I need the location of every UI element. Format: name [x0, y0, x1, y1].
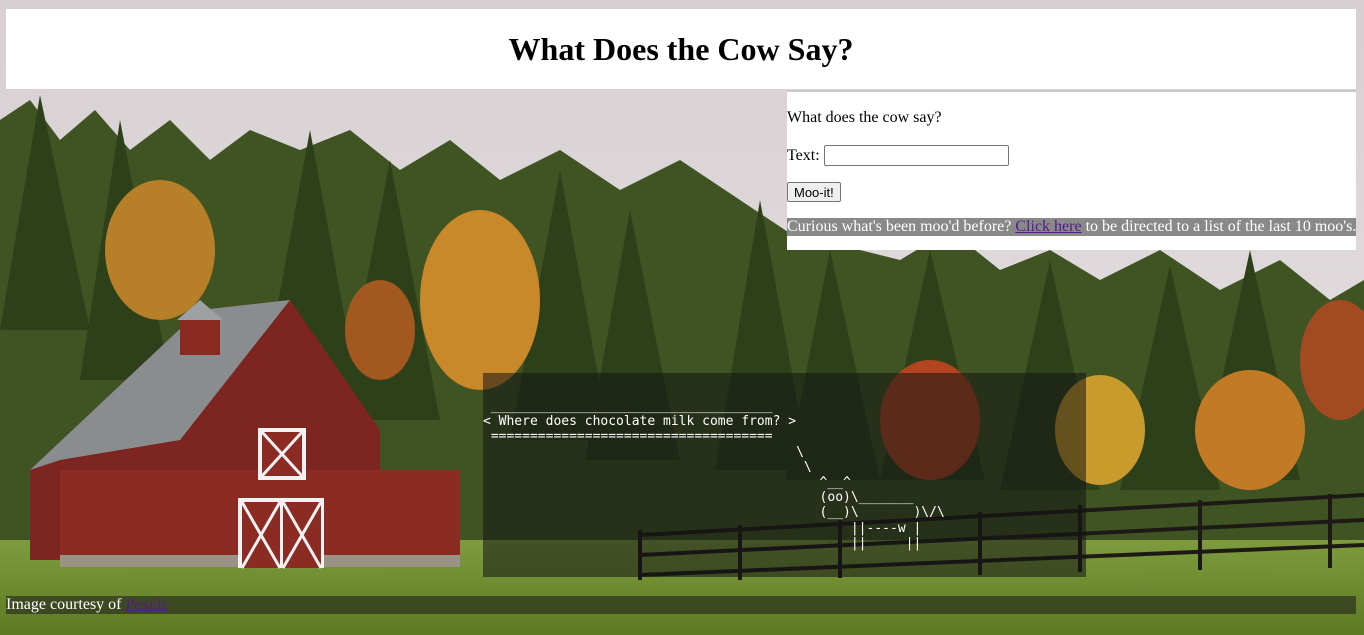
text-row: Text:	[787, 145, 1009, 166]
history-text-before: Curious what's been moo'd before?	[787, 218, 1012, 235]
cowsay-output: ____________________________________ < W…	[483, 373, 1086, 577]
page-title: What Does the Cow Say?	[508, 30, 854, 67]
credit-text: Image courtesy of	[6, 596, 122, 613]
moo-form: What does the cow say? Text: Moo-it! Cur…	[787, 90, 1357, 250]
moo-it-button[interactable]: Moo-it!	[787, 182, 841, 202]
page-header: What Does the Cow Say?	[6, 9, 1356, 89]
cowsay-art: ____________________________________ < W…	[483, 399, 945, 551]
history-text-after: to be directed to a list of the last 10 …	[1085, 218, 1357, 235]
credit-link[interactable]: Pexels	[126, 596, 168, 613]
history-link[interactable]: Click here	[1015, 218, 1081, 235]
text-label: Text:	[787, 146, 820, 164]
text-input[interactable]	[823, 145, 1009, 166]
image-credit: Image courtesy of Pexels	[6, 596, 1356, 614]
history-notice: Curious what's been moo'd before? Click …	[787, 218, 1357, 236]
form-prompt: What does the cow say?	[787, 109, 942, 126]
